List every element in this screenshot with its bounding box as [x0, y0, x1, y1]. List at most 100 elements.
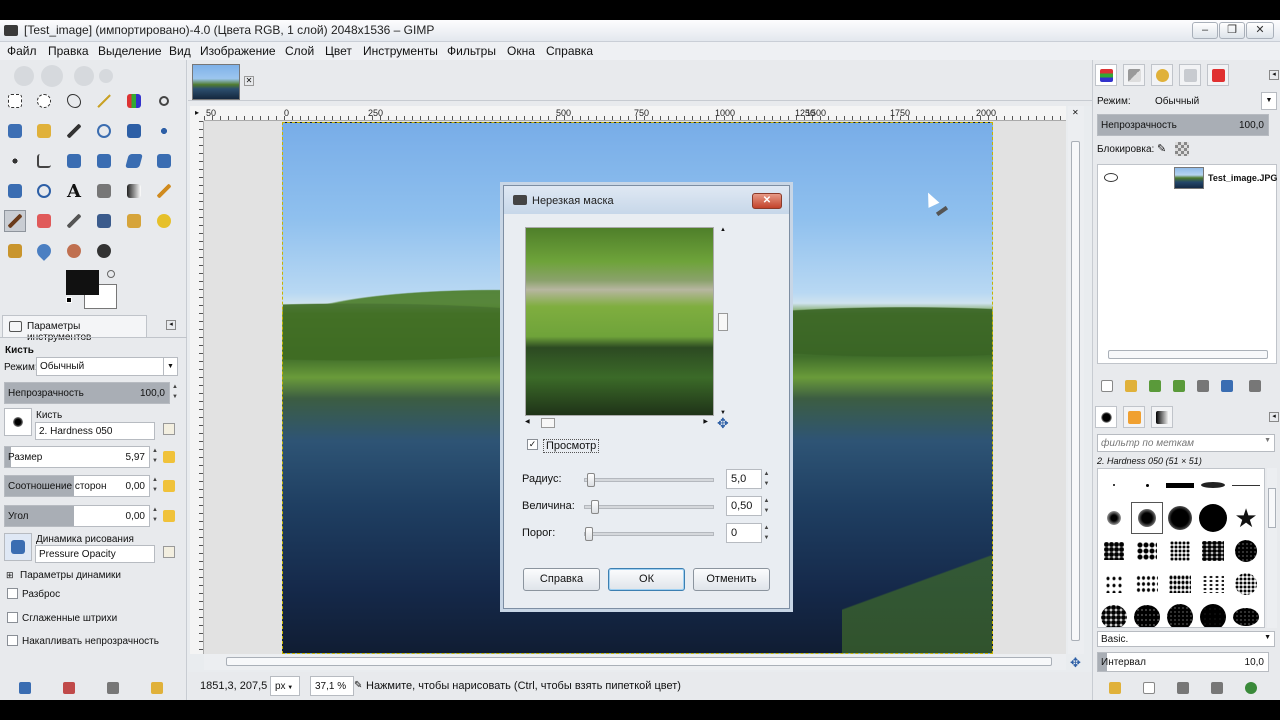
dynamics-field[interactable]: Pressure Opacity — [35, 545, 155, 563]
brush-item[interactable] — [1197, 568, 1229, 600]
text-tool-icon[interactable]: A — [63, 180, 85, 202]
scissors-tool-icon[interactable] — [153, 90, 175, 112]
threshold-slider[interactable] — [584, 527, 714, 541]
chevron-down-icon[interactable]: ▼ — [1261, 92, 1277, 110]
arrow-right-icon[interactable]: ▶ — [703, 418, 708, 425]
default-colors-icon[interactable] — [66, 297, 72, 303]
dialog-close-button[interactable]: ✕ — [752, 193, 782, 209]
dynamics-preview-icon[interactable] — [4, 533, 32, 561]
preview-horizontal-scrollbar[interactable]: ◀ ▶ — [525, 417, 714, 429]
save-options-icon[interactable] — [19, 682, 31, 694]
refresh-brushes-icon[interactable] — [1245, 682, 1257, 694]
menu-color[interactable]: Цвет — [325, 44, 352, 58]
brush-item[interactable] — [1164, 535, 1196, 567]
brush-item[interactable] — [1197, 535, 1229, 567]
arrow-left-icon[interactable]: ◀ — [525, 418, 530, 425]
cancel-button[interactable]: Отменить — [693, 568, 770, 591]
menu-layer[interactable]: Слой — [285, 44, 314, 58]
brush-item[interactable] — [1098, 601, 1130, 627]
brush-field[interactable]: 2. Hardness 050 — [35, 422, 155, 440]
radius-knob[interactable] — [587, 473, 595, 487]
brush-preview[interactable] — [4, 408, 32, 436]
eye-icon[interactable] — [1104, 173, 1118, 182]
duplicate-brush-icon[interactable] — [1177, 682, 1189, 694]
brush-item[interactable] — [1230, 469, 1262, 501]
restore-options-icon[interactable] — [63, 682, 75, 694]
brush-item[interactable] — [1164, 502, 1196, 534]
accumulate-checkbox[interactable] — [7, 635, 18, 646]
brush-item[interactable] — [1131, 568, 1163, 600]
airbrush-tool-icon[interactable] — [63, 210, 85, 232]
unit-select[interactable]: px ▼ — [270, 676, 300, 696]
minimize-button[interactable]: – — [1192, 22, 1218, 39]
angle-spin-icon[interactable]: ▲ ▼ — [151, 505, 159, 527]
brush-item[interactable] — [1131, 469, 1163, 501]
tab-undo[interactable] — [1179, 64, 1201, 86]
brush-tag-filter[interactable]: фильтр по меткам ▼ — [1097, 434, 1275, 452]
tab-menu-icon[interactable]: ◂ — [166, 320, 176, 330]
menu-filters[interactable]: Фильтры — [447, 44, 496, 58]
filter-preview[interactable] — [525, 227, 714, 416]
smooth-checkbox[interactable] — [7, 612, 18, 623]
brush-item[interactable] — [1098, 469, 1130, 501]
menu-edit[interactable]: Правка — [48, 44, 89, 58]
brush-item[interactable] — [1197, 601, 1229, 627]
new-layer-group-icon[interactable] — [1125, 380, 1137, 392]
tab-paths[interactable] — [1151, 64, 1173, 86]
menu-help[interactable]: Справка — [546, 44, 593, 58]
close-tab-icon[interactable]: ✕ — [244, 76, 254, 86]
clone-tool-icon[interactable] — [123, 210, 145, 232]
brush-grid-scrollbar[interactable] — [1267, 468, 1277, 628]
tab-channels[interactable] — [1123, 64, 1145, 86]
brush-item[interactable] — [1230, 535, 1262, 567]
vertical-scroll-thumb[interactable] — [1071, 141, 1080, 641]
move-tool-icon[interactable] — [153, 120, 175, 142]
reset-aspect-icon[interactable] — [163, 480, 175, 492]
layer-mode-value[interactable]: Обычный — [1155, 96, 1199, 107]
tool-options-tab[interactable]: Параметры инструментов — [2, 315, 147, 343]
brush-item[interactable] — [1230, 601, 1262, 627]
delete-brush-icon[interactable] — [1211, 682, 1223, 694]
preview-vscroll-thumb[interactable] — [718, 313, 728, 331]
aspect-slider[interactable]: Соотношение сторон 0,00 — [4, 475, 150, 497]
anchor-layer-icon[interactable] — [1221, 380, 1233, 392]
close-window-button[interactable]: ✕ — [1246, 22, 1274, 39]
eraser-tool-icon[interactable] — [33, 210, 55, 232]
size-slider[interactable]: Размер 5,97 — [4, 446, 150, 468]
brush-grid[interactable]: ★ — [1097, 468, 1265, 628]
mode-select[interactable]: Обычный ▼ — [36, 357, 178, 376]
brush-item[interactable] — [1164, 469, 1196, 501]
brush-item-star[interactable]: ★ — [1230, 502, 1262, 534]
delete-options-icon[interactable] — [107, 682, 119, 694]
menu-image[interactable]: Изображение — [200, 44, 276, 58]
fuzzy-select-tool-icon[interactable] — [93, 90, 115, 112]
menu-select[interactable]: Выделение — [98, 44, 162, 58]
preview-vertical-scrollbar[interactable]: ▲ ▼ — [717, 227, 729, 416]
tab-gradients[interactable] — [1151, 406, 1173, 428]
preview-hscroll-thumb[interactable] — [541, 418, 555, 428]
blend-tool-icon[interactable] — [123, 180, 145, 202]
image-tab-thumbnail[interactable] — [192, 64, 240, 100]
new-brush-icon[interactable] — [1143, 682, 1155, 694]
smudge-tool-icon[interactable] — [63, 240, 85, 262]
radius-spin-icon[interactable]: ▲ ▼ — [762, 469, 771, 489]
arrow-up-icon[interactable]: ▲ — [720, 227, 726, 233]
rect-select-tool-icon[interactable] — [4, 90, 26, 112]
tab-colormap[interactable] — [1207, 64, 1229, 86]
threshold-spin-icon[interactable]: ▲ ▼ — [762, 523, 771, 543]
crop-tool-icon[interactable] — [33, 150, 55, 172]
measure-tool-icon[interactable] — [123, 120, 145, 142]
menu-windows[interactable]: Окна — [507, 44, 535, 58]
navigate-icon[interactable]: ✥ — [1070, 656, 1084, 670]
tab-layers[interactable] — [1095, 64, 1117, 86]
shear-tool-icon[interactable] — [123, 150, 145, 172]
reset-options-icon[interactable] — [151, 682, 163, 694]
free-select-tool-icon[interactable] — [63, 90, 85, 112]
new-layer-icon[interactable] — [1101, 380, 1113, 392]
blur-tool-icon[interactable] — [33, 240, 55, 262]
opacity-slider[interactable]: Непрозрачность 100,0 — [4, 382, 170, 404]
paths-tool-icon[interactable] — [33, 120, 55, 142]
horizontal-scroll-thumb[interactable] — [226, 657, 1052, 666]
amount-spin-icon[interactable]: ▲ ▼ — [762, 496, 771, 516]
reset-size-icon[interactable] — [163, 451, 175, 463]
